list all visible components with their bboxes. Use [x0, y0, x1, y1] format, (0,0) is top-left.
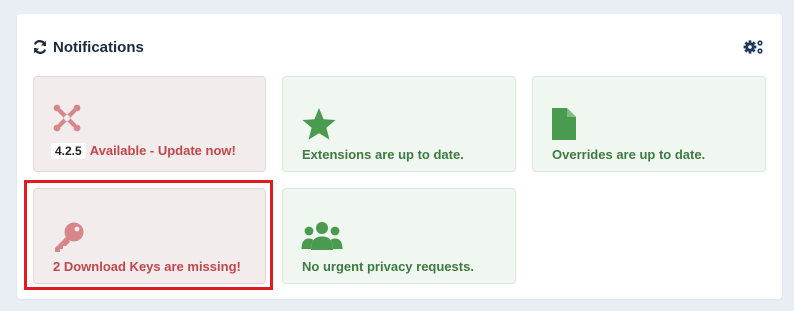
cogs-icon[interactable] — [743, 37, 765, 57]
update-available-link[interactable]: Available - Update now! — [90, 143, 236, 158]
joomla-icon — [52, 103, 82, 138]
panel-title: Notifications — [53, 38, 144, 56]
joomla-update-tile[interactable]: 4.2.5 Available - Update now! — [33, 76, 266, 172]
joomla-update-label: 4.2.5 Available - Update now! — [51, 143, 236, 159]
extensions-status-label: Extensions are up to date. — [302, 147, 464, 162]
overrides-tile[interactable]: Overrides are up to date. — [532, 76, 766, 172]
privacy-tile[interactable]: No urgent privacy requests. — [282, 188, 516, 284]
file-icon — [551, 107, 577, 146]
highlight-box — [24, 180, 273, 290]
privacy-status-label: No urgent privacy requests. — [302, 259, 474, 274]
users-icon — [301, 219, 343, 258]
refresh-icon[interactable] — [32, 39, 48, 55]
overrides-status-label: Overrides are up to date. — [552, 147, 706, 162]
panel-header: Notifications — [32, 36, 767, 58]
extensions-tile[interactable]: Extensions are up to date. — [282, 76, 516, 172]
star-icon — [301, 107, 337, 146]
version-badge: 4.2.5 — [51, 143, 86, 159]
panel-title-wrap: Notifications — [32, 39, 144, 56]
